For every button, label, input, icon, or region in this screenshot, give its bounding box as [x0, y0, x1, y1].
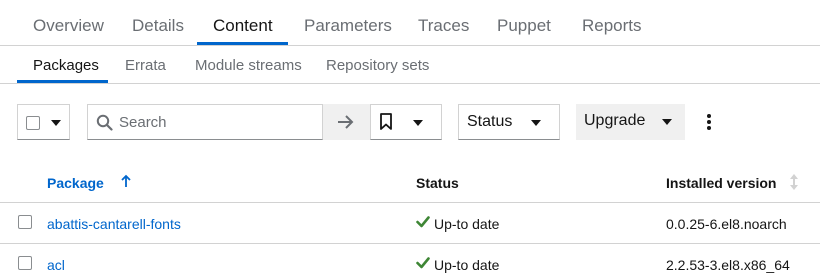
installed-version: 2.2.53-3.el8.x86_64 [666, 257, 790, 273]
upgrade-label: Upgrade [584, 112, 646, 129]
subtab-packages[interactable]: Packages [33, 57, 99, 74]
column-header-status: Status [416, 175, 459, 191]
tab-details[interactable]: Details [132, 16, 184, 36]
status-filter-label: Status [467, 113, 513, 130]
package-link[interactable]: acl [47, 257, 65, 273]
caret-down-icon [51, 120, 61, 126]
status-text: Up-to date [434, 257, 500, 273]
tab-content[interactable]: Content [213, 16, 273, 36]
table-row: abattis-cantarell-fonts Up-to date 0.0.2… [0, 202, 820, 243]
select-all-checkbox[interactable] [26, 116, 40, 130]
primary-tabs: Overview Details Content Parameters Trac… [0, 0, 820, 46]
package-link[interactable]: abattis-cantarell-fonts [47, 216, 181, 232]
check-icon [416, 216, 430, 228]
caret-down-icon [662, 119, 672, 125]
status-text: Up-to date [434, 216, 500, 232]
caret-down-icon [531, 120, 541, 126]
active-subtab-indicator [17, 80, 108, 83]
installed-version: 0.0.25-6.el8.noarch [666, 216, 787, 232]
row-checkbox[interactable] [18, 256, 32, 270]
bookmark-icon [380, 113, 392, 130]
kebab-icon[interactable] [700, 104, 718, 140]
tab-puppet[interactable]: Puppet [497, 16, 551, 36]
search-input[interactable] [119, 112, 309, 132]
status-filter-dropdown[interactable]: Status [458, 104, 560, 140]
column-header-installed-version[interactable]: Installed version [666, 175, 776, 191]
row-checkbox[interactable] [18, 215, 32, 229]
arrow-right-icon [338, 115, 354, 129]
table-row: acl Up-to date 2.2.53-3.el8.x86_64 [0, 243, 820, 280]
sort-arrow-up-icon[interactable] [120, 174, 132, 188]
caret-down-icon [413, 120, 423, 126]
subtab-repository-sets[interactable]: Repository sets [326, 57, 429, 74]
active-tab-indicator [197, 42, 288, 45]
tab-overview[interactable]: Overview [33, 16, 104, 36]
subtab-module-streams[interactable]: Module streams [195, 57, 302, 74]
search-icon [96, 114, 113, 131]
bulk-select-dropdown[interactable] [17, 104, 70, 140]
bookmark-dropdown[interactable] [370, 104, 442, 140]
sort-neutral-icon[interactable] [789, 173, 799, 191]
secondary-tabs: Packages Errata Module streams Repositor… [0, 46, 820, 84]
tab-parameters[interactable]: Parameters [304, 16, 392, 36]
upgrade-dropdown[interactable]: Upgrade [576, 104, 685, 140]
tab-reports[interactable]: Reports [582, 16, 642, 36]
column-header-package[interactable]: Package [47, 175, 104, 191]
check-icon [416, 257, 430, 269]
search-submit-button[interactable] [323, 104, 370, 140]
subtab-errata[interactable]: Errata [125, 57, 166, 74]
tab-traces[interactable]: Traces [418, 16, 469, 36]
search-box[interactable] [87, 104, 323, 140]
